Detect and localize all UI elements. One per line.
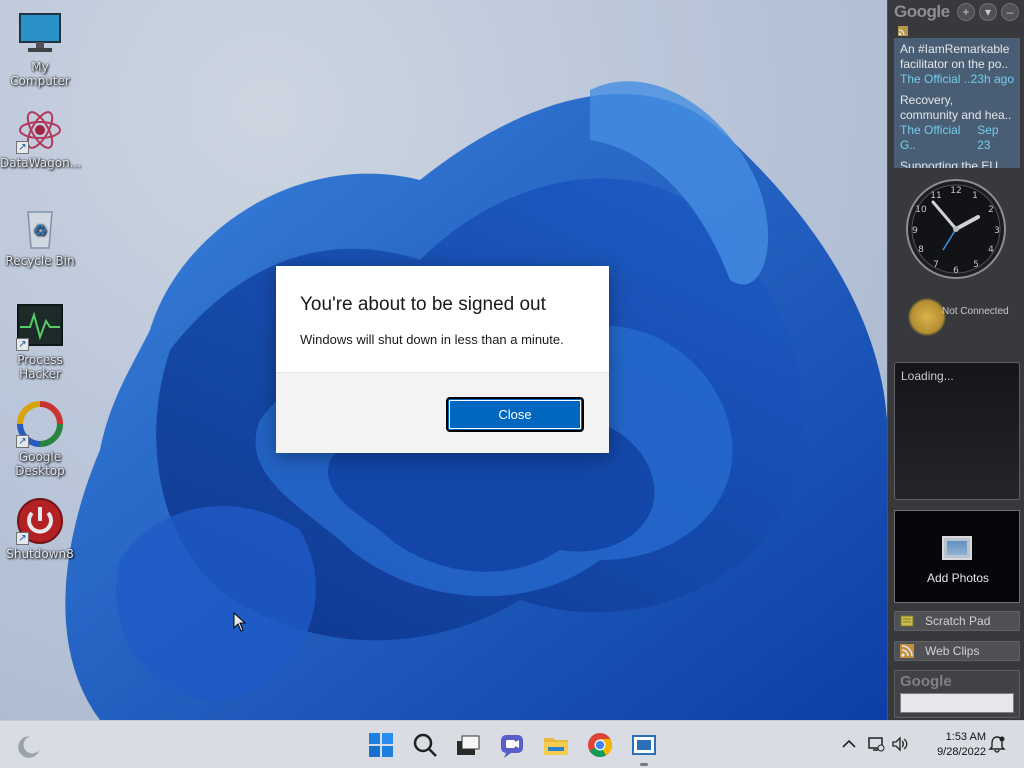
svg-text:4: 4 xyxy=(988,245,994,255)
desktop-icon-label: Recycle Bin xyxy=(5,254,75,268)
google-logo: Google xyxy=(894,2,950,21)
desktop-icon-shutdown8[interactable]: ↗ Shutdown8 xyxy=(0,497,80,561)
svg-text:11: 11 xyxy=(930,191,941,201)
dialog-title: You're about to be signed out xyxy=(300,294,546,315)
atom-icon: ↗ xyxy=(16,106,64,154)
desktop-icon-label: Google Desktop xyxy=(15,450,65,478)
desktop-icon-google-desktop[interactable]: ↗ Google Desktop xyxy=(0,400,80,478)
monitor-icon xyxy=(16,10,64,58)
web-clips-label: Web Clips xyxy=(925,644,980,658)
app-icon[interactable] xyxy=(630,731,658,759)
clock-date[interactable]: 1:53 AM 9/28/2022 xyxy=(916,730,986,760)
dialog-footer: Close xyxy=(276,372,609,453)
sign-out-dialog: You're about to be signed out Windows wi… xyxy=(276,266,609,453)
process-hacker-icon: ↗ xyxy=(16,303,64,351)
desktop-icon-datawagon[interactable]: ↗ DataWagon... xyxy=(0,106,82,170)
shortcut-arrow-icon: ↗ xyxy=(16,532,29,545)
google-desktop-sidebar: Google + ▾ – An #IamRemarkable facilitat… xyxy=(887,0,1024,720)
svg-text:5: 5 xyxy=(973,260,979,270)
widgets-icon[interactable] xyxy=(15,733,43,761)
photo-icon xyxy=(942,536,972,560)
scratch-pad-tile[interactable]: Scratch Pad xyxy=(894,611,1020,631)
recycle-bin-icon: ♻ xyxy=(16,204,64,252)
news-item[interactable]: An #IamRemarkable facilitator on the po.… xyxy=(894,38,1020,89)
desktop-icon-my-computer[interactable]: My Computer xyxy=(0,10,80,88)
google-search-input[interactable] xyxy=(900,693,1014,713)
mouse-cursor-icon xyxy=(233,612,247,632)
minimize-sidebar-button[interactable]: – xyxy=(1001,3,1019,21)
close-button[interactable]: Close xyxy=(446,397,584,432)
google-desktop-icon: ↗ xyxy=(16,400,64,448)
news-item[interactable]: Supporting the EU and securing the dig.. xyxy=(894,155,1020,168)
news-time: Sep 23 xyxy=(977,123,999,152)
desktop-icon-label: Process Hacker xyxy=(17,353,63,381)
svg-text:12: 12 xyxy=(950,186,961,196)
notification-bell-icon[interactable] xyxy=(988,735,1006,753)
desktop-icon-recycle-bin[interactable]: ♻ Recycle Bin xyxy=(0,204,80,268)
svg-text:8: 8 xyxy=(918,245,924,255)
scratch-pad-label: Scratch Pad xyxy=(925,614,991,628)
news-headline: Supporting the EU and securing the dig.. xyxy=(900,159,999,168)
svg-text:9: 9 xyxy=(912,226,918,236)
clock-time: 1:53 AM xyxy=(945,731,986,743)
news-gadget: An #IamRemarkable facilitator on the po.… xyxy=(894,38,1020,168)
loading-gadget: Loading... xyxy=(894,362,1020,500)
news-item[interactable]: Recovery, community and hea.. The Offici… xyxy=(894,89,1020,155)
news-headline: Recovery, community and hea.. xyxy=(900,93,1012,122)
rss-icon xyxy=(898,26,908,36)
clock-date-text: 9/28/2022 xyxy=(937,746,986,758)
news-headline: An #IamRemarkable facilitator on the po.… xyxy=(900,42,1010,71)
menu-dropdown-button[interactable]: ▾ xyxy=(979,3,997,21)
active-app-indicator xyxy=(640,763,648,766)
rss-icon xyxy=(900,644,914,658)
desktop-icon-label: DataWagon... xyxy=(0,156,82,170)
photos-gadget[interactable]: Add Photos xyxy=(894,510,1020,603)
svg-text:♻: ♻ xyxy=(33,221,47,240)
desktop-icon-process-hacker[interactable]: ↗ Process Hacker xyxy=(0,303,80,381)
taskbar: 1:53 AM 9/28/2022 xyxy=(0,720,1024,768)
svg-text:6: 6 xyxy=(953,266,959,276)
add-photos-label: Add Photos xyxy=(926,571,990,585)
chevron-up-icon[interactable] xyxy=(840,735,858,753)
chrome-icon[interactable] xyxy=(586,731,614,759)
weather-status: Not Connected xyxy=(942,306,1009,317)
file-explorer-icon[interactable] xyxy=(542,731,570,759)
add-gadget-button[interactable]: + xyxy=(957,3,975,21)
svg-text:1: 1 xyxy=(972,191,978,201)
search-icon[interactable] xyxy=(411,731,439,759)
task-view-icon[interactable] xyxy=(454,731,482,759)
loading-text: Loading... xyxy=(901,369,954,383)
weather-gadget[interactable]: Not Connected xyxy=(908,296,1020,336)
svg-text:3: 3 xyxy=(994,226,1000,236)
news-time: 23h ago xyxy=(970,72,1014,86)
sidebar-header: Google + ▾ – xyxy=(888,0,1024,24)
svg-text:10: 10 xyxy=(915,205,927,215)
desktop-icon-label: Shutdown8 xyxy=(6,547,74,561)
start-icon[interactable] xyxy=(367,731,395,759)
power-icon: ↗ xyxy=(16,497,64,545)
network-icon[interactable] xyxy=(867,735,885,753)
dialog-message: Windows will shut down in less than a mi… xyxy=(300,332,564,347)
svg-text:2: 2 xyxy=(988,205,994,215)
svg-text:7: 7 xyxy=(933,260,939,270)
volume-icon[interactable] xyxy=(891,735,909,753)
desktop-icon-label: My Computer xyxy=(10,60,70,88)
analog-clock: 12 12 345 678 91011 xyxy=(906,179,1006,279)
web-clips-tile[interactable]: Web Clips xyxy=(894,641,1020,661)
news-source: The Official G.. xyxy=(900,123,961,152)
google-search-gadget: Google xyxy=(894,670,1020,718)
sun-icon xyxy=(908,298,946,336)
notepad-icon xyxy=(900,615,914,627)
google-logo: Google xyxy=(900,673,952,690)
chat-icon[interactable] xyxy=(498,731,526,759)
shortcut-arrow-icon: ↗ xyxy=(16,338,29,351)
news-source: The Official .. xyxy=(900,72,971,86)
shortcut-arrow-icon: ↗ xyxy=(16,141,29,154)
shortcut-arrow-icon: ↗ xyxy=(16,435,29,448)
